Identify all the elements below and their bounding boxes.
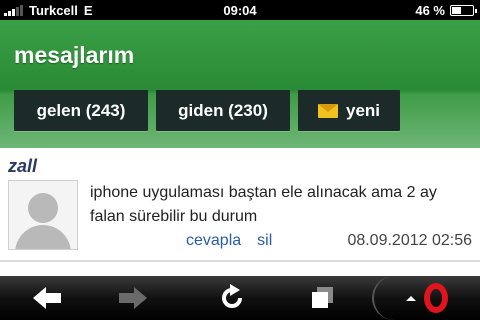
tab-yeni[interactable]: yeni bbox=[298, 90, 400, 131]
battery-icon bbox=[450, 5, 477, 16]
avatar-head bbox=[28, 193, 58, 223]
opera-logo-icon bbox=[424, 283, 448, 313]
message-sender[interactable]: zall bbox=[8, 156, 37, 177]
status-right: 46 % bbox=[415, 3, 477, 18]
page-title: mesajlarım bbox=[14, 42, 135, 68]
forward-arrow-icon bbox=[119, 287, 147, 309]
reload-button[interactable] bbox=[204, 276, 260, 320]
tab-gelen[interactable]: gelen (243) bbox=[14, 90, 148, 131]
tab-yeni-label: yeni bbox=[345, 100, 381, 120]
tab-bar: gelen (243) giden (230) yeni bbox=[14, 90, 400, 131]
status-bar: Turkcell E 09:04 46 % bbox=[0, 0, 480, 20]
avatar-body bbox=[15, 225, 71, 249]
battery-fill bbox=[452, 7, 462, 14]
message-actions: cevapla sil bbox=[186, 232, 272, 250]
tabs-button[interactable] bbox=[294, 276, 350, 320]
delete-link[interactable]: sil bbox=[257, 232, 272, 250]
reload-icon bbox=[222, 284, 242, 308]
back-arrow-icon bbox=[33, 287, 61, 309]
message-item: zall iphone uygulaması baştan ele alınac… bbox=[0, 148, 480, 260]
tab-giden[interactable]: giden (230) bbox=[156, 90, 290, 131]
back-button[interactable] bbox=[20, 276, 76, 320]
tabs-icon bbox=[312, 287, 333, 308]
message-text: iphone uygulaması baştan ele alınacak am… bbox=[90, 184, 437, 225]
divider bbox=[0, 260, 480, 262]
status-time: 09:04 bbox=[223, 3, 257, 18]
header: mesajlarım gelen (243) giden (230) yeni bbox=[0, 20, 480, 148]
opera-menu-area bbox=[372, 276, 480, 320]
forward-button[interactable] bbox=[104, 276, 160, 320]
caret-up-icon bbox=[406, 295, 416, 301]
reply-link[interactable]: cevapla bbox=[186, 232, 241, 250]
envelope-icon bbox=[317, 103, 338, 118]
opera-menu-button[interactable] bbox=[372, 276, 480, 320]
battery-percent: 46 % bbox=[415, 3, 445, 18]
avatar[interactable] bbox=[8, 180, 78, 250]
message-date: 08.09.2012 02:56 bbox=[347, 232, 472, 249]
browser-toolbar bbox=[0, 276, 480, 320]
